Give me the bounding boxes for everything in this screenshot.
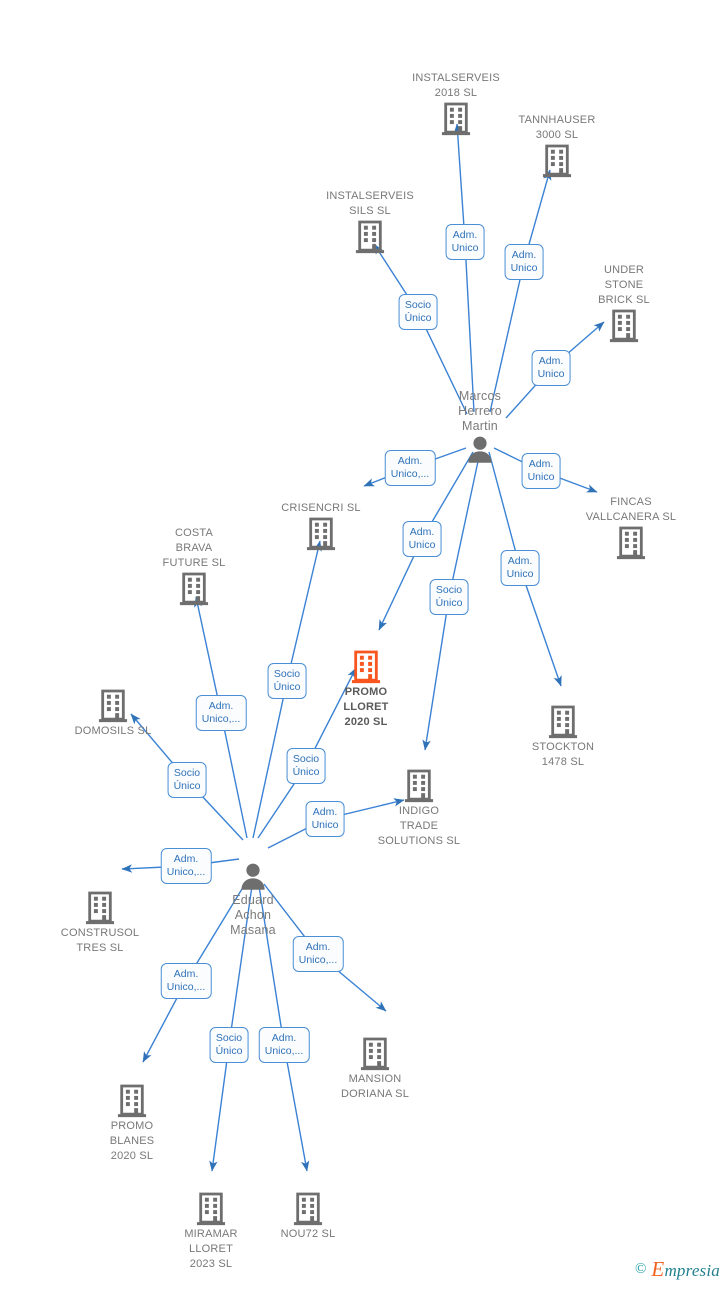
node-domosils[interactable]: DOMOSILS SL <box>53 689 173 739</box>
node-costabravafuture[interactable]: COSTA BRAVA FUTURE SL <box>134 526 254 606</box>
edge-label-marcos-to-instalserveis2018[interactable]: Adm. Unico <box>445 224 485 260</box>
building-icon <box>441 102 471 136</box>
edge-marcos-to-instalserveis2018 <box>453 123 475 413</box>
edge-label-marcos-to-promolloret2020[interactable]: Adm. Unico <box>402 521 442 557</box>
copyright-icon: © <box>635 1261 647 1277</box>
edge-label-marcos-to-indigotrade[interactable]: Socio Único <box>429 579 469 615</box>
building-icon-wrap <box>497 144 617 178</box>
building-icon <box>179 572 209 606</box>
edge-label-eduard-to-domosils[interactable]: Socio Único <box>167 762 207 798</box>
node-label: CRISENCRI SL <box>281 502 361 514</box>
edges-group <box>121 123 605 1172</box>
building-icon <box>616 526 646 560</box>
edge-label-marcos-to-stockton1478[interactable]: Adm. Unico <box>500 550 540 586</box>
building-icon <box>404 769 434 803</box>
brand-name: Empresia <box>651 1257 720 1282</box>
node-label: STOCKTON 1478 SL <box>531 741 595 768</box>
node-stockton1478[interactable]: STOCKTON 1478 SL <box>503 705 623 770</box>
edge-label-eduard-to-crisencri[interactable]: Socio Único <box>267 663 307 699</box>
edge-label-eduard-to-nou72[interactable]: Adm. Unico,... <box>258 1027 310 1063</box>
building-icon <box>351 650 381 684</box>
empresia-watermark: © Empresia <box>635 1257 720 1282</box>
node-indigotrade[interactable]: INDIGO TRADE SOLUTIONS SL <box>359 769 479 849</box>
node-crisencri[interactable]: CRISENCRI SL <box>261 501 381 551</box>
node-understonebrick[interactable]: UNDER STONE BRICK SL <box>564 263 684 343</box>
node-label: PROMO BLANES 2020 SL <box>109 1120 155 1162</box>
building-icon <box>98 689 128 723</box>
node-label: PROMO LLORET 2020 SL <box>343 686 389 728</box>
building-icon <box>306 517 336 551</box>
node-label: UNDER STONE BRICK SL <box>598 264 650 306</box>
node-label: DOMOSILS SL <box>74 725 152 737</box>
building-icon-wrap <box>134 572 254 606</box>
edge-label-marcos-to-tannhauser3000[interactable]: Adm. Unico <box>504 244 544 280</box>
building-icon <box>85 891 115 925</box>
building-icon-wrap <box>359 769 479 803</box>
edge-label-marcos-to-fincasvallcanera[interactable]: Adm. Unico <box>521 453 561 489</box>
node-label: Eduard Achon Masana <box>230 893 276 937</box>
building-icon-wrap <box>310 220 430 254</box>
person-icon <box>241 863 265 890</box>
node-fincasvallcanera[interactable]: FINCAS VALLCANERA SL <box>571 495 691 560</box>
edge-label-eduard-to-promoblanes2020[interactable]: Adm. Unico,... <box>160 963 212 999</box>
node-promolloret2020[interactable]: PROMO LLORET 2020 SL <box>306 650 426 730</box>
edge-label-eduard-to-construsoltres[interactable]: Adm. Unico,... <box>160 848 212 884</box>
brand-initial: E <box>651 1257 665 1281</box>
building-icon-wrap <box>261 517 381 551</box>
node-label: INSTALSERVEIS 2018 SL <box>412 72 500 99</box>
edge-label-eduard-to-costabravafuture[interactable]: Adm. Unico,... <box>195 695 247 731</box>
node-construsoltres[interactable]: CONSTRUSOL TRES SL <box>40 891 160 956</box>
building-icon-wrap <box>571 526 691 560</box>
node-label: INDIGO TRADE SOLUTIONS SL <box>377 805 461 847</box>
building-icon <box>548 705 578 739</box>
edge-label-eduard-to-mansiondoriana[interactable]: Adm. Unico,... <box>292 936 344 972</box>
brand-rest: mpresia <box>664 1261 720 1280</box>
node-label: FINCAS VALLCANERA SL <box>585 496 677 523</box>
node-label: INSTALSERVEIS SILS SL <box>326 190 414 217</box>
building-icon-wrap <box>40 891 160 925</box>
building-icon <box>355 220 385 254</box>
node-marcos[interactable]: Marcos Herrero Martin <box>420 389 540 465</box>
building-icon-wrap <box>72 1084 192 1118</box>
person-icon <box>468 436 492 463</box>
building-icon <box>609 309 639 343</box>
node-tannhauser3000[interactable]: TANNHAUSER 3000 SL <box>497 113 617 178</box>
building-icon-wrap <box>564 309 684 343</box>
network-graph-canvas: INSTALSERVEIS 2018 SL TANNHAUSER 3000 SL I… <box>0 0 728 1290</box>
node-label: COSTA BRAVA FUTURE SL <box>162 527 226 569</box>
building-icon-wrap <box>306 650 426 684</box>
node-label: Marcos Herrero Martin <box>458 389 502 433</box>
edge-label-marcos-to-instalserveissils[interactable]: Socio Único <box>398 294 438 330</box>
node-label: TANNHAUSER 3000 SL <box>518 114 596 141</box>
node-label: NOU72 SL <box>280 1228 336 1240</box>
building-icon-wrap <box>248 1192 368 1226</box>
building-icon <box>542 144 572 178</box>
node-mansiondoriana[interactable]: MANSION DORIANA SL <box>315 1037 435 1102</box>
node-nou72[interactable]: NOU72 SL <box>248 1192 368 1242</box>
edge-label-eduard-to-promolloret2020[interactable]: Socio Único <box>286 748 326 784</box>
building-icon-wrap <box>315 1037 435 1071</box>
building-icon-wrap <box>53 689 173 723</box>
node-promoblanes2020[interactable]: PROMO BLANES 2020 SL <box>72 1084 192 1164</box>
edge-label-eduard-to-indigotrade[interactable]: Adm. Unico <box>305 801 345 837</box>
edge-label-eduard-to-miramarlloret2023[interactable]: Socio Único <box>209 1027 249 1063</box>
building-icon <box>360 1037 390 1071</box>
building-icon <box>196 1192 226 1226</box>
node-instalserveissils[interactable]: INSTALSERVEIS SILS SL <box>310 189 430 254</box>
node-label: CONSTRUSOL TRES SL <box>60 927 140 954</box>
building-icon-wrap <box>503 705 623 739</box>
node-label: MANSION DORIANA SL <box>340 1073 410 1100</box>
building-icon <box>117 1084 147 1118</box>
edge-label-marcos-to-crisencri[interactable]: Adm. Unico,... <box>384 450 436 486</box>
edge-label-marcos-to-understonebrick[interactable]: Adm. Unico <box>531 350 571 386</box>
building-icon <box>293 1192 323 1226</box>
